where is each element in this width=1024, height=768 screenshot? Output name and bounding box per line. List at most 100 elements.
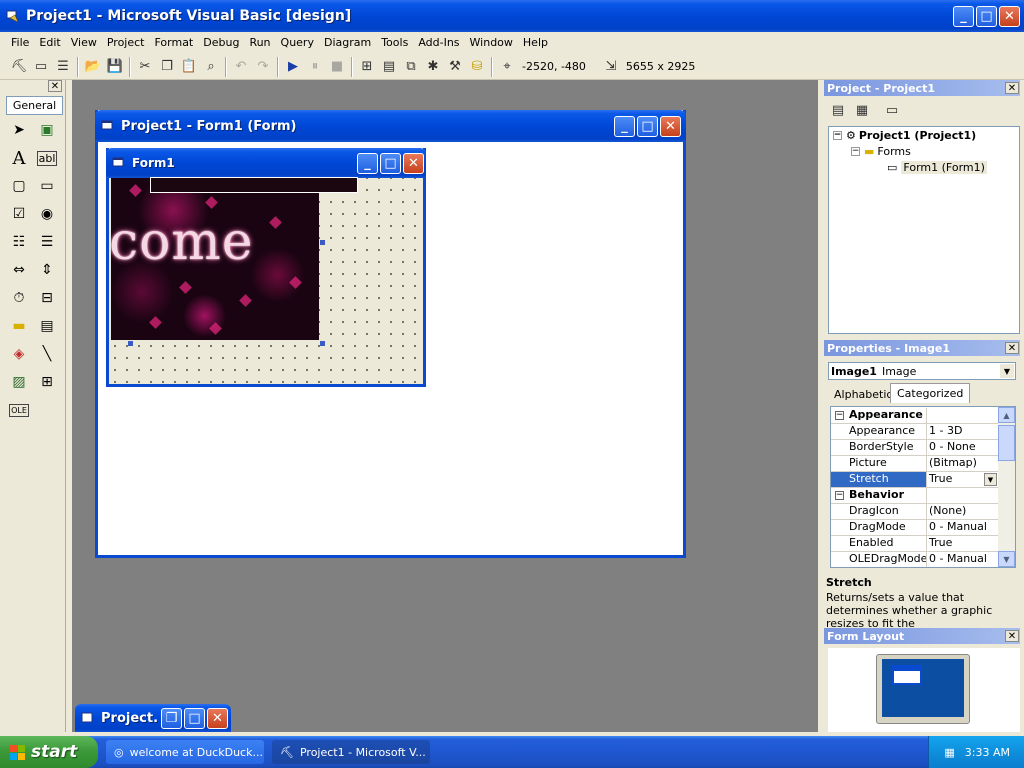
form1-minimize-button[interactable]: _ [357,152,378,174]
menu-run[interactable]: Run [244,36,275,49]
resize-handle[interactable] [320,240,325,245]
property-row[interactable]: Picture (Bitmap) [831,456,999,472]
tree-item-forms-folder[interactable]: − ▬ Forms [851,145,911,158]
maximize-button[interactable]: □ [184,707,205,729]
menu-add-ins[interactable]: Add-Ins [413,36,464,49]
add-form-button[interactable]: ▭ [30,56,52,78]
copy-button[interactable]: ❐ [156,56,178,78]
close-button[interactable]: ✕ [207,707,228,729]
break-button[interactable]: ⏸ [304,56,326,78]
tab-alphabetic[interactable]: Alphabetic [828,384,898,404]
chevron-down-icon[interactable]: ▼ [1000,364,1014,378]
tool-shape[interactable]: ◈ [6,343,32,365]
form-layout-button[interactable]: ⧉ [400,56,422,78]
project-explorer-close-button[interactable]: ✕ [1005,82,1019,94]
close-button[interactable]: ✕ [999,5,1020,27]
tool-dirlistbox[interactable]: ▬ [6,315,32,337]
menu-window[interactable]: Window [465,36,518,49]
start-button[interactable]: ▶ [282,56,304,78]
tool-data[interactable]: ⊞ [34,371,60,393]
tool-drivelistbox[interactable]: ⊟ [34,287,60,309]
form-designer-minimize-button[interactable]: _ [614,115,635,137]
tool-timer[interactable]: ⏱ [6,287,32,309]
menu-format[interactable]: Format [149,36,198,49]
view-code-button[interactable]: ▤ [828,101,848,119]
form1-maximize-button[interactable]: □ [380,152,401,174]
properties-window-button[interactable]: ▤ [378,56,400,78]
app-title-bar[interactable]: Project1 - Microsoft Visual Basic [desig… [0,0,1024,32]
tool-combobox[interactable]: ☷ [6,231,32,253]
menu-project[interactable]: Project [102,36,150,49]
maximize-button[interactable]: □ [976,5,997,27]
tool-commandbutton[interactable]: ▭ [34,175,60,197]
scroll-up-icon[interactable]: ▲ [998,407,1015,423]
find-button[interactable]: ⌕ [200,56,222,78]
scroll-down-icon[interactable]: ▼ [998,551,1015,567]
picture-strip[interactable] [150,177,358,193]
collapse-icon[interactable]: − [835,411,844,420]
scroll-thumb[interactable] [998,425,1015,461]
property-row[interactable]: DragIcon (None) [831,504,999,520]
tool-picturebox[interactable]: ▣ [34,119,60,141]
restore-button[interactable]: ❐ [161,707,182,729]
tool-line[interactable]: ╲ [34,343,60,365]
property-category-row[interactable]: − Behavior [831,488,999,504]
menu-file[interactable]: File [6,36,34,49]
property-row[interactable]: BorderStyle 0 - None [831,440,999,456]
minimized-window[interactable]: Project... ❐ □ ✕ [75,704,231,732]
property-category-row[interactable]: − Appearance [831,408,999,424]
menu-query[interactable]: Query [276,36,319,49]
property-row[interactable]: DragMode 0 - Manual [831,520,999,536]
taskbar-item-browser[interactable]: ◎ welcome at DuckDuck... [106,740,264,764]
toggle-folders-button[interactable]: ▭ [882,101,902,119]
form1-title-bar[interactable]: Form1 _ □ ✕ [106,148,426,178]
open-project-button[interactable]: 📂 [82,56,104,78]
chevron-down-icon[interactable]: ▼ [984,473,997,486]
paste-button[interactable]: 📋 [178,56,200,78]
property-row[interactable]: Appearance 1 - 3D [831,424,999,440]
tool-optionbutton[interactable]: ◉ [34,203,60,225]
minimize-button[interactable]: _ [953,5,974,27]
properties-scrollbar[interactable]: ▲ ▼ [998,407,1015,567]
end-button[interactable]: ■ [326,56,348,78]
collapse-icon[interactable]: − [851,147,860,156]
tool-listbox[interactable]: ☰ [34,231,60,253]
toolbox-button[interactable]: ⚒ [444,56,466,78]
resize-handle[interactable] [128,341,133,346]
form-designer-title-bar[interactable]: Project1 - Form1 (Form) _ □ ✕ [95,110,686,142]
tool-ole[interactable]: OLE [6,399,32,421]
collapse-icon[interactable]: − [833,131,842,140]
tool-frame[interactable]: ▢ [6,175,32,197]
menu-debug[interactable]: Debug [198,36,244,49]
property-row-selected[interactable]: Stretch True ▼ [831,472,999,488]
menu-edit[interactable]: Edit [34,36,65,49]
toolbox-tab-general[interactable]: General [6,96,63,115]
start-button[interactable]: start [0,736,98,768]
menu-view[interactable]: View [66,36,102,49]
tool-checkbox[interactable]: ☑ [6,203,32,225]
add-project-button[interactable]: ⛏ [8,56,30,78]
collapse-icon[interactable]: − [835,491,844,500]
tree-item-form1[interactable]: ▭ Form1 (Form1) [887,161,987,174]
object-browser-button[interactable]: ✱ [422,56,444,78]
taskbar-item-vb[interactable]: ⛏ Project1 - Microsoft V... [272,740,430,764]
tool-pointer[interactable]: ➤ [6,119,32,141]
tool-hscrollbar[interactable]: ⇔ [6,259,32,281]
cut-button[interactable]: ✂ [134,56,156,78]
form-designer-maximize-button[interactable]: □ [637,115,658,137]
object-selector-combo[interactable]: Image1 Image ▼ [828,362,1016,380]
form1-close-button[interactable]: ✕ [403,152,424,174]
redo-button[interactable]: ↷ [252,56,274,78]
tool-image[interactable]: ▨ [6,371,32,393]
image1-control[interactable]: come [111,178,319,340]
save-project-button[interactable]: 💾 [104,56,126,78]
undo-button[interactable]: ↶ [230,56,252,78]
view-object-button[interactable]: ▦ [852,101,872,119]
project-explorer-button[interactable]: ⊞ [356,56,378,78]
toolbox-close-button[interactable]: ✕ [48,80,62,92]
menu-editor-button[interactable]: ☰ [52,56,74,78]
tab-categorized[interactable]: Categorized [890,383,971,403]
property-row[interactable]: OLEDragMode 0 - Manual [831,552,999,567]
form-designer-close-button[interactable]: ✕ [660,115,681,137]
resize-handle[interactable] [320,341,325,346]
